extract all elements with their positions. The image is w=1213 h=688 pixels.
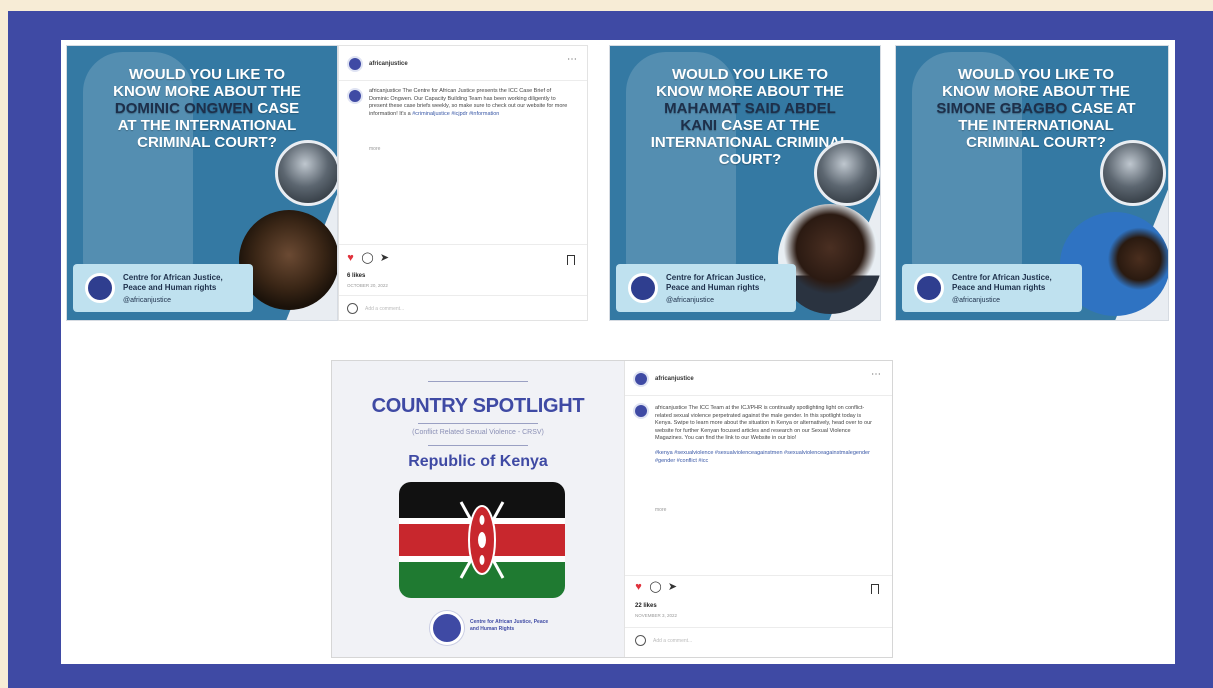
more-options-icon[interactable]: ⋯ [567,54,577,65]
country-spotlight-post: COUNTRY SPOTLIGHT (Conflict Related Sexu… [331,360,893,658]
post-date: NOVEMBER 3, 2022 [635,613,678,618]
divider [625,627,892,628]
divider [339,295,587,296]
headline-accused-name: Dominic Ongwen [114,100,254,117]
headline-pre: Would you like to know more about the [942,66,1130,100]
ig-caption: africanjustice The ICC Team at the ICJ/P… [655,405,875,465]
divider [418,423,538,424]
spotlight-graphic[interactable]: COUNTRY SPOTLIGHT (Conflict Related Sexu… [332,361,624,657]
africa-logo-icon [85,273,115,303]
caption-hashtags[interactable]: #criminaljustice #icjpdr #information [412,111,499,117]
action-bar: ♥ ◯ ➤ [633,582,678,593]
comment-icon[interactable]: ◯ [649,582,661,593]
more-options-icon[interactable]: ⋯ [871,369,881,380]
like-heart-icon[interactable]: ♥ [633,582,644,593]
divider [428,445,528,446]
accused-portrait-photo [239,210,337,310]
comment-icon[interactable]: ◯ [361,253,373,264]
promo-headline: Would you like to know more about the Do… [107,66,307,151]
collage-canvas: Would you like to know more about the Do… [61,40,1175,664]
headline-pre: Would you like to know more about the [113,66,301,100]
emoji-icon[interactable] [635,635,646,646]
spotlight-title: COUNTRY SPOTLIGHT [371,395,585,417]
comment-input[interactable]: Add a comment... [653,638,692,644]
org-name: Centre for African Justice, Peace and Hu… [666,273,766,292]
org-name: Centre for African Justice, Peace and Hu… [470,619,549,632]
ig-caption: africanjustice The Centre for African Ju… [369,88,569,118]
divider [625,395,892,396]
africa-logo-icon [628,273,658,303]
ig-username[interactable]: africanjustice [369,61,408,67]
profile-avatar-icon[interactable] [347,56,363,72]
caption-text: africanjustice The ICC Team at the ICJ/P… [655,405,872,441]
share-icon[interactable]: ➤ [379,253,390,264]
bookmark-icon[interactable] [871,584,879,594]
spotlight-country: Republic of Kenya [408,453,548,470]
promo-post-ongwen[interactable]: Would you like to know more about the Do… [66,45,338,321]
like-count[interactable]: 22 likes [635,603,657,609]
post-date: OCTOBER 20, 2022 [347,283,388,288]
org-handle: @africanjustice [123,297,171,304]
see-more-link[interactable]: more [655,507,666,513]
kenya-flag-icon [399,482,565,598]
see-more-link[interactable]: more [369,146,380,152]
profile-avatar-icon[interactable] [633,371,649,387]
divider [428,381,528,382]
promo-headline: Would you like to know more about the Si… [936,66,1136,151]
share-icon[interactable]: ➤ [667,582,678,593]
like-count[interactable]: 6 likes [347,273,365,279]
courtroom-photo [1100,140,1166,206]
instagram-post-panel: africanjustice ⋯ africanjustice The ICC … [624,361,892,657]
org-banner: Centre for African Justice, Peace and Hu… [616,264,796,312]
africa-logo-icon [914,273,944,303]
headline-pre: Would you like to know more about the [656,66,844,100]
caption-avatar-icon[interactable] [633,403,649,419]
org-banner: Centre for African Justice, Peace and Hu… [902,264,1082,312]
comment-input[interactable]: Add a comment... [365,306,404,312]
instagram-post-panel: africanjustice ⋯ africanjustice The Cent… [338,45,588,321]
promo-post-said[interactable]: Would you like to know more about the Ma… [609,45,881,321]
africa-logo-icon [430,611,464,645]
divider [339,80,587,81]
org-handle: @africanjustice [666,297,714,304]
bookmark-icon[interactable] [567,255,575,265]
org-handle: @africanjustice [952,297,1000,304]
divider [339,244,587,245]
headline-accused-name: Simone Gbagbo [936,100,1068,117]
org-name: Centre for African Justice, Peace and Hu… [123,273,223,292]
ig-username[interactable]: africanjustice [655,376,694,382]
org-name: Centre for African Justice, Peace and Hu… [952,273,1052,292]
spotlight-subtitle: (Conflict Related Sexual Violence - CRSV… [412,429,544,436]
courtroom-photo [275,140,337,206]
caption-avatar-icon[interactable] [347,88,363,104]
courtroom-photo [814,140,880,206]
emoji-icon[interactable] [347,303,358,314]
org-banner: Centre for African Justice, Peace and Hu… [73,264,253,312]
like-heart-icon[interactable]: ♥ [345,253,356,264]
action-bar: ♥ ◯ ➤ [345,253,390,264]
promo-post-gbagbo[interactable]: Would you like to know more about the Si… [895,45,1169,321]
divider [625,575,892,576]
caption-hashtags[interactable]: #kenya #sexualviolence #sexualviolenceag… [655,450,870,464]
